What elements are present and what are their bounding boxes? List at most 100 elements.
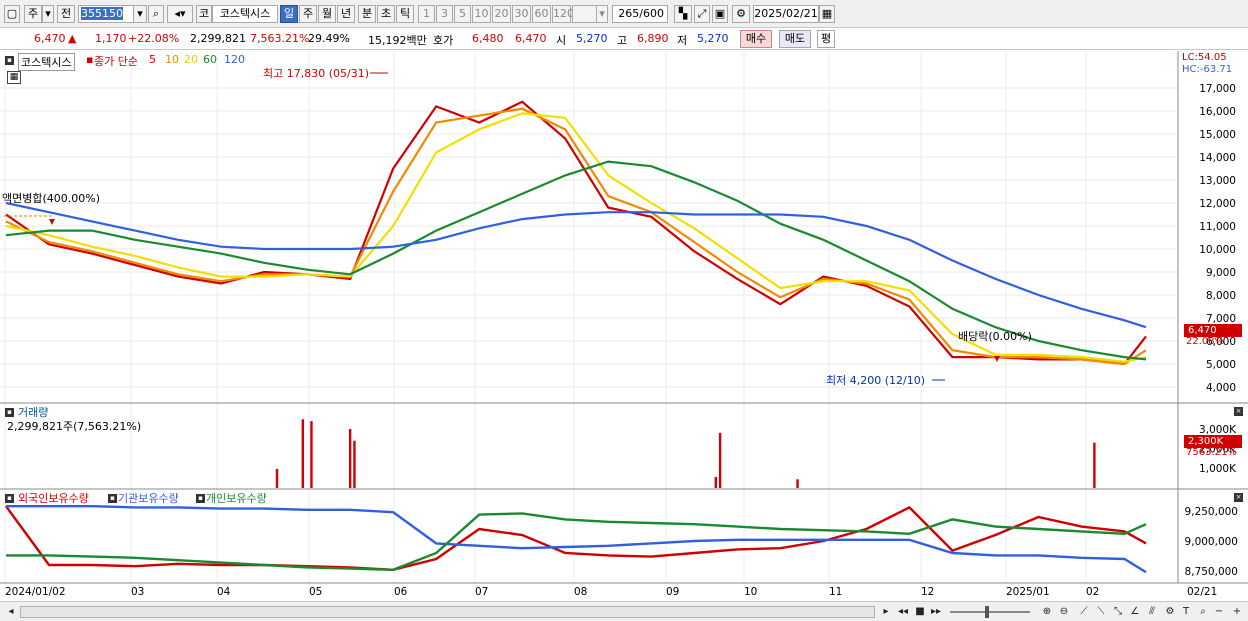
x-tick-label: 06 [394, 586, 408, 598]
price-tick-label: 17,000 [1199, 83, 1236, 95]
x-tick-label: 08 [574, 586, 587, 598]
trend-tool-icon[interactable]: ⟍ [1094, 605, 1108, 619]
scroll-bar[interactable]: ◂ ▸ ◂◂ ■ ▸▸ ⊕ ⊖ ⟋ ⟍ ⤡ ∠ ⫻ ⚙ T ⌕ − + [0, 601, 1248, 621]
first-page-icon[interactable]: ◂◂ [896, 605, 910, 619]
gear-icon[interactable]: ⚙ [732, 5, 750, 23]
volume-bar [718, 432, 722, 488]
interval-60[interactable]: 60 [532, 5, 551, 23]
speaker-icon[interactable]: ◂▾ [167, 5, 193, 23]
interval-dropdown-icon[interactable]: ▾ [596, 5, 608, 23]
zoom-in-icon[interactable]: ⊕ [1040, 605, 1054, 619]
tab-tick[interactable]: 틱 [396, 5, 414, 23]
quote-bid: 6,470 [515, 32, 547, 45]
x-tick-label: 02/21 [1187, 586, 1217, 598]
sell-button[interactable]: 매도 [779, 30, 811, 48]
chart-canvas[interactable]: 17,000 16,000 15,000 14,000 13,000 12,000 11,0… [0, 51, 1248, 601]
tab-day[interactable]: 일 [280, 5, 298, 23]
plus-icon[interactable]: + [1230, 605, 1244, 619]
x-tick-label: 03 [131, 586, 144, 598]
interval-3[interactable]: 3 [436, 5, 453, 23]
calendar-icon[interactable]: ▦ [819, 5, 835, 23]
stock-code-input[interactable]: 355150 [78, 5, 134, 23]
ma-legend-dot: ▪ [86, 53, 94, 66]
interval-20[interactable]: 20 [492, 5, 511, 23]
period-button[interactable]: 주 [24, 5, 42, 23]
ray-tool-icon[interactable]: ⤡ [1111, 605, 1125, 619]
count-field[interactable]: 265/600 [612, 5, 668, 23]
x-tick-label: 2025/01 [1006, 586, 1050, 598]
zoom-out-icon[interactable]: ⊖ [1057, 605, 1071, 619]
ma-title: 종가 단순 [94, 55, 138, 68]
settings-icon[interactable]: ⚙ [1163, 605, 1177, 619]
tab-week[interactable]: 주 [299, 5, 317, 23]
minus-icon[interactable]: − [1212, 605, 1226, 619]
low-annotation: 최저 4,200 (12/10) [826, 374, 926, 387]
volume-value: 2,299,821 [190, 32, 246, 45]
eval-button[interactable]: 평 [817, 30, 835, 48]
angle-tool-icon[interactable]: ∠ [1128, 605, 1142, 619]
holdings-axis: 9,250,000 9,000,000 8,750,000 [1185, 506, 1238, 578]
high-label: 고 [617, 34, 628, 47]
save-icon[interactable]: ▣ [712, 5, 728, 23]
panel-menu-icon[interactable]: ▪ [5, 56, 14, 65]
chart-type-icon[interactable]: ▚ [674, 5, 692, 23]
legend-foreign: 외국인보유수량 [18, 492, 89, 505]
text-tool-icon[interactable]: T [1179, 605, 1193, 619]
stock-label: 코스텍시스 [18, 53, 75, 71]
stop-icon[interactable]: ■ [913, 605, 927, 619]
x-tick-label: 11 [829, 586, 842, 598]
tab-minute[interactable]: 분 [358, 5, 376, 23]
volume-ratio: 7,563.21% [250, 32, 310, 45]
x-tick-label: 04 [217, 586, 231, 598]
window-icon[interactable]: ▢ [4, 5, 20, 23]
scroll-left-icon[interactable]: ◂ [4, 605, 18, 619]
interval-5[interactable]: 5 [454, 5, 471, 23]
count-current: 265 [618, 7, 640, 20]
period-dropdown-icon[interactable]: ▾ [42, 5, 54, 23]
volume-panel-menu-icon[interactable]: ▪ [5, 408, 14, 417]
interval-30[interactable]: 30 [512, 5, 531, 23]
search-icon-bottom[interactable]: ⌕ [1196, 605, 1210, 619]
grid-toggle-icon[interactable]: ▦ [7, 71, 21, 84]
buy-button[interactable]: 매수 [740, 30, 772, 48]
hc-label: HC:-63.71 [1182, 64, 1233, 75]
scroll-track[interactable] [20, 606, 875, 618]
up-arrow-icon: ▲ [68, 32, 77, 45]
code-dropdown-icon[interactable]: ▾ [133, 5, 147, 23]
change-percent: +22.08% [128, 32, 180, 45]
volume-bar [1093, 442, 1096, 488]
draw-tool-icon[interactable]: ⤢ [694, 5, 710, 23]
price-tick-label: 14,000 [1199, 152, 1236, 164]
price-tick-label: 15,000 [1199, 129, 1236, 141]
tab-month[interactable]: 월 [318, 5, 336, 23]
zoom-slider-track[interactable] [950, 611, 1030, 613]
last-page-icon[interactable]: ▸▸ [929, 605, 943, 619]
holdings-panel-menu-icon[interactable]: ▪ [5, 494, 14, 503]
fib-tool-icon[interactable]: ⫻ [1145, 605, 1159, 619]
volume-close-icon[interactable]: × [1234, 407, 1243, 416]
market-button[interactable]: 코 [196, 5, 212, 23]
quote-label: 호가 [433, 34, 454, 47]
tab-second[interactable]: 초 [377, 5, 395, 23]
holdings-close-icon[interactable]: × [1234, 493, 1243, 502]
ma-legend-20: 20 [184, 53, 198, 66]
lc-label: LC:54.05 [1182, 52, 1227, 63]
high-value: 6,890 [637, 32, 669, 45]
scroll-right-icon[interactable]: ▸ [879, 605, 893, 619]
price-tick-label: 9,000 [1206, 267, 1236, 279]
volume-bar [310, 421, 313, 488]
interval-10[interactable]: 10 [472, 5, 491, 23]
line-tool-icon[interactable]: ⟋ [1077, 605, 1091, 619]
price-tick-label: 10,000 [1199, 244, 1236, 256]
price-tick-label: 16,000 [1199, 106, 1236, 118]
exchange-button[interactable]: 전 [57, 5, 75, 23]
holdings-tick-label: 9,250,000 [1185, 506, 1238, 518]
volume-bar [714, 476, 718, 488]
chart-area[interactable]: 17,000 16,000 15,000 14,000 13,000 12,000 11,0… [0, 51, 1248, 601]
search-icon[interactable]: ⌕ [148, 5, 164, 23]
zoom-slider-thumb[interactable] [985, 606, 989, 618]
interval-1[interactable]: 1 [418, 5, 435, 23]
interval-120[interactable]: 120 [552, 5, 574, 23]
tab-year[interactable]: 년 [337, 5, 355, 23]
date-field[interactable]: 2025/02/21 [753, 5, 819, 23]
